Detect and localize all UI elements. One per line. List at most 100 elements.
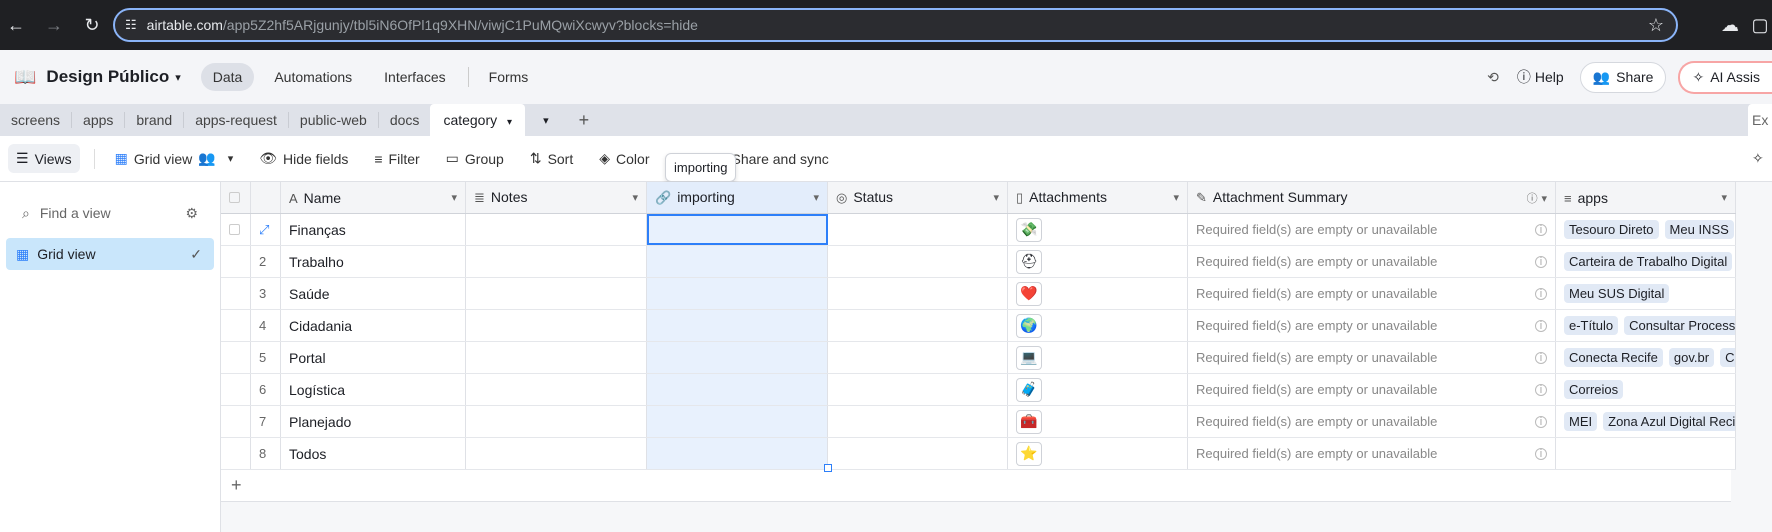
cell-attachment-summary[interactable]: Required field(s) are empty or unavailab… xyxy=(1188,438,1556,469)
linked-app-tag[interactable]: gov.br xyxy=(1668,348,1715,367)
table-row[interactable]: 5 Portal 💻 Required field(s) are empty or u… xyxy=(221,342,1736,374)
row-checkbox[interactable] xyxy=(221,246,251,277)
cell-importing[interactable] xyxy=(647,406,828,437)
cell-apps[interactable]: Tesouro Direto Meu INSS xyxy=(1556,214,1736,245)
cell-name[interactable]: Trabalho xyxy=(281,246,466,277)
cell-notes[interactable] xyxy=(466,342,647,373)
attachment-thumbnail[interactable]: 💻 xyxy=(1016,345,1042,370)
share-button[interactable]: 👥 Share xyxy=(1579,61,1667,93)
cell-attachment-summary[interactable]: Required field(s) are empty or unavailab… xyxy=(1188,278,1556,309)
cell-attachments[interactable]: ❤️ xyxy=(1008,278,1188,309)
cell-notes[interactable] xyxy=(466,438,647,469)
find-view-input[interactable]: ⌕ Find a view ⚙ xyxy=(0,182,220,228)
tab-public-web[interactable]: public-web xyxy=(289,112,379,128)
cell-attachments[interactable]: 🌍 xyxy=(1008,310,1188,341)
cell-notes[interactable] xyxy=(466,374,647,405)
chevron-down-icon[interactable]: ▾ xyxy=(1173,191,1179,204)
linked-app-tag[interactable]: Conecta Recife xyxy=(1564,348,1663,367)
cell-notes[interactable] xyxy=(466,310,647,341)
history-icon[interactable]: ⟲ xyxy=(1487,69,1499,86)
info-icon[interactable]: i xyxy=(1535,351,1547,364)
cell-attachments[interactable]: ⛑ xyxy=(1008,246,1188,277)
cell-name[interactable]: Portal xyxy=(281,342,466,373)
fill-handle[interactable] xyxy=(824,464,832,472)
info-icon[interactable]: i xyxy=(1535,287,1547,300)
table-row[interactable]: 2 Trabalho ⛑ Required field(s) are empty or… xyxy=(221,246,1736,278)
filter-button[interactable]: ≡ Filter xyxy=(374,151,419,167)
column-header-apps[interactable]: ≡ apps ▾ xyxy=(1556,182,1736,213)
column-header-attachment-summary[interactable]: ✎ Attachment Summary ⓘ ▾ xyxy=(1188,182,1556,213)
table-row[interactable]: ⤢ Finanças 💸 Required field(s) are empty or… xyxy=(221,214,1736,246)
cell-importing[interactable] xyxy=(647,310,828,341)
table-row[interactable]: 4 Cidadania 🌍 Required field(s) are empty o… xyxy=(221,310,1736,342)
more-tables-icon[interactable]: ▾ xyxy=(543,114,549,127)
sparkle-icon[interactable]: ✧ xyxy=(1752,150,1764,167)
info-icon[interactable]: i xyxy=(1535,415,1547,428)
info-icon[interactable]: i xyxy=(1535,223,1547,236)
color-button[interactable]: ◈ Color xyxy=(599,150,649,167)
extensions-icon[interactable]: ☁ xyxy=(1716,11,1744,39)
back-icon[interactable]: ← xyxy=(2,11,30,39)
cell-notes[interactable] xyxy=(466,214,647,245)
cell-attachment-summary[interactable]: Required field(s) are empty or unavailab… xyxy=(1188,246,1556,277)
tab-docs[interactable]: docs xyxy=(379,112,431,128)
cell-name[interactable]: Logística xyxy=(281,374,466,405)
cell-apps[interactable]: Meu SUS Digital xyxy=(1556,278,1736,309)
tab-category[interactable]: category ▾ xyxy=(430,104,526,136)
gear-icon[interactable]: ⚙ xyxy=(185,205,198,222)
cell-status[interactable] xyxy=(828,406,1008,437)
site-info-icon[interactable]: ☷ xyxy=(125,17,137,33)
hide-fields-button[interactable]: 👁 Hide fields xyxy=(259,150,348,167)
base-icon[interactable]: 📖 xyxy=(14,67,36,88)
column-header-importing[interactable]: 🔗 importing ▾ xyxy=(647,182,828,213)
attachment-thumbnail[interactable]: 🧰 xyxy=(1016,409,1042,434)
url-bar[interactable]: ☷ airtable.com/app5Z2hf5ARjgunjy/tbl5iN6… xyxy=(113,8,1678,42)
linked-app-tag[interactable]: Meu INSS xyxy=(1664,220,1734,239)
bookmark-star-icon[interactable]: ☆ xyxy=(1648,15,1664,36)
row-checkbox[interactable] xyxy=(221,438,251,469)
cell-apps[interactable]: Conecta Recife gov.br Ca xyxy=(1556,342,1736,373)
chevron-down-icon[interactable]: ▾ xyxy=(1721,191,1727,204)
cell-notes[interactable] xyxy=(466,406,647,437)
sidebar-item-grid-view[interactable]: ▦ Grid view ✓ xyxy=(6,238,214,270)
linked-app-tag[interactable]: Tesouro Direto xyxy=(1564,220,1659,239)
cell-attachment-summary[interactable]: Required field(s) are empty or unavailab… xyxy=(1188,214,1556,245)
cell-apps[interactable]: e-Título Consultar Processo xyxy=(1556,310,1736,341)
linked-app-tag[interactable]: e-Título xyxy=(1564,316,1619,335)
info-icon[interactable]: i xyxy=(1535,383,1547,396)
cell-apps[interactable]: Correios xyxy=(1556,374,1736,405)
info-icon[interactable]: ⓘ xyxy=(1527,193,1538,205)
cell-status[interactable] xyxy=(828,278,1008,309)
views-button[interactable]: ☰ Views xyxy=(8,144,80,173)
chevron-down-icon[interactable]: ▾ xyxy=(632,191,638,204)
expand-record-button[interactable]: ⤢ xyxy=(251,214,281,245)
extensions-tab[interactable]: Ex xyxy=(1748,104,1772,136)
group-button[interactable]: ▭ Group xyxy=(446,150,504,167)
tab-apps[interactable]: apps xyxy=(72,112,126,128)
cell-name[interactable]: Saúde xyxy=(281,278,466,309)
cell-name[interactable]: Todos xyxy=(281,438,466,469)
row-checkbox[interactable] xyxy=(221,406,251,437)
chevron-down-icon[interactable]: ▾ xyxy=(1541,193,1547,205)
cell-apps[interactable] xyxy=(1556,438,1736,469)
cell-attachment-summary[interactable]: Required field(s) are empty or unavailab… xyxy=(1188,342,1556,373)
help-button[interactable]: ⓘ Help xyxy=(1517,67,1564,87)
sidepanel-icon[interactable]: ▢ xyxy=(1746,11,1772,39)
forward-icon[interactable]: → xyxy=(40,11,68,39)
cell-status[interactable] xyxy=(828,214,1008,245)
cell-name[interactable]: Planejado xyxy=(281,406,466,437)
table-row[interactable]: 6 Logística 🧳 Required field(s) are empty o… xyxy=(221,374,1736,406)
row-checkbox[interactable] xyxy=(221,278,251,309)
row-checkbox[interactable] xyxy=(221,374,251,405)
cell-status[interactable] xyxy=(828,310,1008,341)
column-header-name[interactable]: A Name ▾ xyxy=(281,182,466,213)
cell-apps[interactable]: MEI Zona Azul Digital Recife xyxy=(1556,406,1736,437)
cell-status[interactable] xyxy=(828,374,1008,405)
cell-attachment-summary[interactable]: Required field(s) are empty or unavailab… xyxy=(1188,374,1556,405)
nav-automations[interactable]: Automations xyxy=(262,63,364,91)
cell-status[interactable] xyxy=(828,342,1008,373)
linked-app-tag[interactable]: MEI xyxy=(1564,412,1598,431)
attachment-thumbnail[interactable]: 🧳 xyxy=(1016,377,1042,402)
attachment-thumbnail[interactable]: 🌍 xyxy=(1016,313,1042,338)
reload-icon[interactable]: ↻ xyxy=(78,11,106,39)
